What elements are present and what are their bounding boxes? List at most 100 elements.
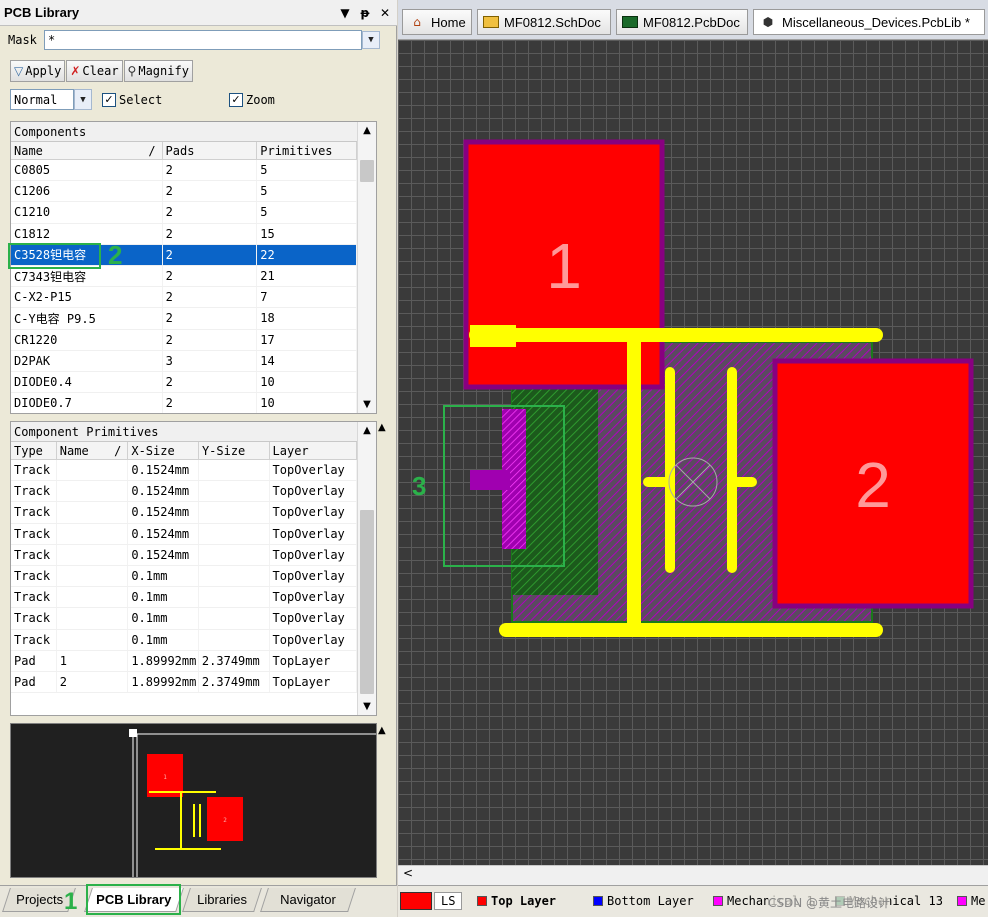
layer-tab-top[interactable]: Top Layer [474, 890, 556, 912]
tab-libraries[interactable]: Libraries [182, 888, 262, 912]
scroll-thumb[interactable] [360, 510, 374, 694]
cell-x: 0.1524mm [128, 460, 199, 481]
panel-menu-icon[interactable]: ▼ [337, 5, 353, 21]
mask-input[interactable]: * [44, 30, 362, 50]
primitive-row[interactable]: Track 0.1524mm TopOverlay [11, 523, 357, 545]
scroll-up-icon[interactable]: ▲ [358, 122, 376, 139]
clear-button[interactable]: ✗ Clear [66, 60, 123, 82]
components-list: C0805 2 5 C1206 2 5 C1210 2 5 C1812 2 15 C3528钽电容 2 22… [11, 160, 358, 413]
pad-2-label: 2 [855, 449, 891, 521]
component-row[interactable]: CR1220 2 17 [11, 329, 358, 351]
primitive-row[interactable]: Track 0.1mm TopOverlay [11, 587, 357, 609]
component-row[interactable]: C1812 2 15 [11, 223, 358, 245]
cell-x: 0.1524mm [128, 481, 199, 502]
component-row[interactable]: D2PAK 3 14 [11, 350, 358, 372]
zoom-label: Zoom [246, 92, 275, 107]
component-row[interactable]: DIODE0.7 2 10 [11, 393, 358, 413]
close-icon[interactable]: ✕ [377, 5, 393, 21]
component-row[interactable]: C1210 2 5 [11, 202, 358, 224]
cell-name: C1812 [11, 223, 163, 244]
cell-pads: 2 [163, 202, 258, 223]
cell-layer: TopLayer [270, 671, 357, 693]
panel-collapse-icon[interactable]: ▲ [378, 422, 386, 433]
component-row[interactable]: DIODE0.4 2 10 [11, 371, 358, 394]
layer-tab-bottom[interactable]: Bottom Layer [590, 890, 694, 912]
cell-y: 2.3749mm [199, 671, 270, 693]
components-scrollbar[interactable]: ▲ ▼ [357, 122, 376, 413]
doc-tab-home[interactable]: ⌂ Home [402, 9, 472, 35]
primitive-row[interactable]: Track 0.1mm TopOverlay [11, 608, 357, 630]
cell-pads: 2 [163, 265, 258, 287]
layer-set-button[interactable]: LS [400, 890, 463, 912]
component-row[interactable]: C1206 2 5 [11, 181, 358, 203]
mode-select[interactable]: Normal [10, 89, 74, 110]
column-header-type[interactable]: Type [11, 442, 57, 459]
cell-prims: 5 [257, 202, 358, 223]
cell-pads: 2 [163, 160, 258, 181]
footprint-preview[interactable]: 1 2 [10, 723, 377, 878]
canvas-horizontal-scrollbar[interactable]: < [398, 865, 988, 885]
layer-color-swatch [957, 896, 967, 906]
scroll-up-icon[interactable]: ▲ [358, 422, 376, 439]
apply-button[interactable]: ▽ Apply [10, 60, 66, 82]
annotation-box-1 [86, 884, 181, 915]
column-header-layer[interactable]: Layer [270, 442, 357, 459]
column-header-y-size[interactable]: Y-Size [199, 442, 270, 459]
mode-dropdown-button[interactable]: ▼ [74, 89, 92, 110]
scroll-left-icon[interactable]: < [403, 866, 413, 880]
scroll-down-icon[interactable]: ▼ [358, 698, 376, 715]
component-row[interactable]: C0805 2 5 [11, 160, 358, 182]
scroll-down-icon[interactable]: ▼ [358, 396, 376, 413]
cell-name [57, 502, 129, 523]
scroll-thumb[interactable] [360, 160, 374, 182]
column-header-x-size[interactable]: X-Size [128, 442, 199, 459]
preview-svg: 1 2 [129, 729, 376, 877]
component-row[interactable]: C-X2-P15 2 7 [11, 287, 358, 309]
primitive-row[interactable]: Track 0.1mm TopOverlay [11, 629, 357, 651]
mask-dropdown-button[interactable]: ▼ [362, 31, 380, 49]
pcb-library-panel: PCB Library ▼ ᵽ ✕ Mask * ▼ ▽ Apply ✗ Clear… [0, 0, 397, 917]
panel-titlebar: PCB Library ▼ ᵽ ✕ [0, 0, 397, 26]
primitive-row[interactable]: Pad 1 1.89992mm 2.3749mm TopLayer [11, 650, 357, 672]
component-row[interactable]: C7343钽电容 2 21 [11, 265, 358, 288]
zoom-checkbox[interactable]: ✓ [229, 92, 243, 107]
tab-navigator[interactable]: Navigator [260, 888, 356, 912]
cell-type: Track [11, 481, 57, 502]
primitive-row[interactable]: Track 0.1mm TopOverlay [11, 565, 357, 588]
doc-tab-pcblib[interactable]: ⬢ Miscellaneous_Devices.PcbLib * [753, 9, 985, 35]
column-header-pads[interactable]: Pads [163, 142, 258, 159]
primitives-scrollbar[interactable]: ▲ ▼ [357, 422, 376, 715]
cell-layer: TopOverlay [270, 565, 357, 587]
pcblib-icon: ⬢ [762, 15, 774, 29]
select-checkbox[interactable]: ✓ [102, 92, 116, 107]
cell-x: 0.1mm [128, 608, 199, 629]
component-row[interactable]: C-Y电容 P9.5 2 18 [11, 308, 358, 330]
primitive-row[interactable]: Track 0.1524mm TopOverlay [11, 502, 357, 524]
column-header-name[interactable]: Name / [11, 142, 163, 159]
doc-tab-schdoc[interactable]: MF0812.SchDoc [477, 9, 611, 35]
cell-name: C0805 [11, 160, 163, 181]
tab-label: MF0812.SchDoc [504, 14, 601, 30]
preview-collapse-icon[interactable]: ▲ [378, 725, 386, 736]
pin-icon[interactable]: ᵽ [357, 5, 373, 21]
components-caption: Components [11, 122, 376, 142]
column-header-primitives[interactable]: Primitives [257, 142, 357, 159]
primitive-row[interactable]: Track 0.1524mm TopOverlay [11, 460, 357, 482]
cell-name [57, 460, 129, 481]
cell-y [199, 629, 270, 650]
cell-prims: 21 [257, 265, 358, 287]
primitive-row[interactable]: Pad 2 1.89992mm 2.3749mm TopLayer [11, 671, 357, 694]
doc-tab-pcbdoc[interactable]: MF0812.PcbDoc [616, 9, 748, 35]
mask-value: * [48, 33, 56, 47]
pcb-editor-canvas[interactable]: 1 2 3 [398, 40, 988, 865]
clear-label: Clear [82, 64, 119, 78]
layer-label: Top Layer [491, 894, 557, 908]
cell-layer: TopOverlay [270, 587, 357, 608]
primitive-row[interactable]: Track 0.1524mm TopOverlay [11, 481, 357, 503]
primitive-row[interactable]: Track 0.1524mm TopOverlay [11, 544, 357, 566]
panel-tab-bar: Projects PCB Library Libraries Navigator [0, 885, 397, 917]
layer-tab-mech-more[interactable]: Me [954, 890, 985, 912]
column-header-name[interactable]: Name / [57, 442, 129, 459]
magnify-button[interactable]: ⚲ Magnify [123, 60, 193, 82]
cell-pads: 2 [163, 371, 258, 393]
